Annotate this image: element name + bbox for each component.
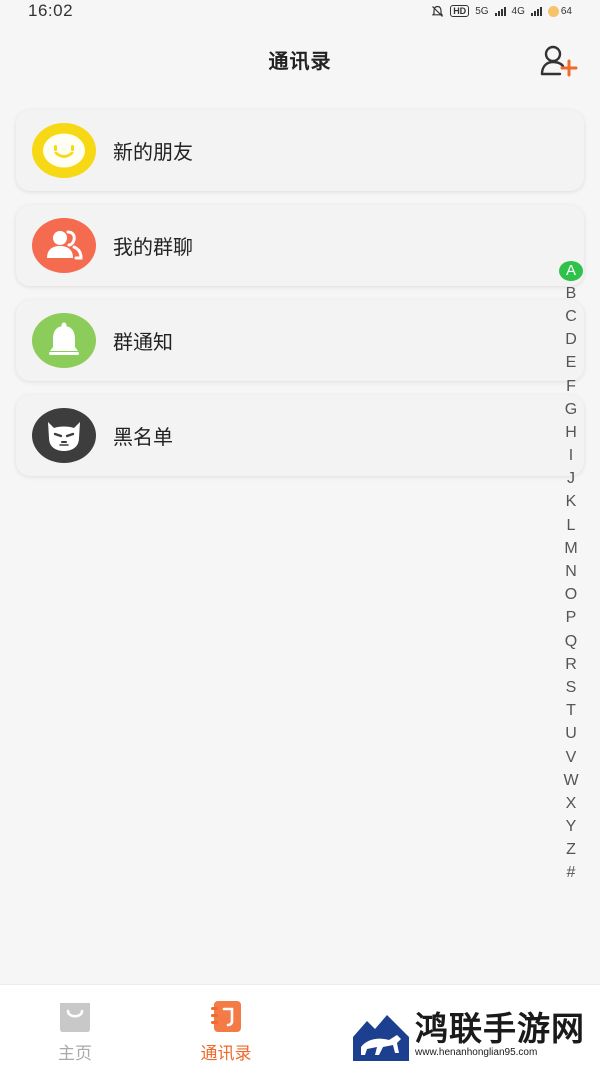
index-letter-label: E [565,354,577,372]
bell-icon [32,313,96,368]
menu-item-new-friends[interactable]: 新的朋友 [16,110,584,191]
index-letter-q[interactable]: Q [559,630,583,653]
menu-item-label: 群通知 [113,330,173,354]
signal-icon-2 [530,6,542,16]
menu-item-label: 黑名单 [113,425,173,449]
status-time: 16:02 [28,1,74,20]
cat-face-icon [32,408,96,463]
watermark-url: www.henanhonglian95.com [415,1046,538,1058]
index-letter-label: X [565,794,577,812]
index-letter-label: Y [565,818,577,836]
tab-label: 主页 [58,1044,92,1064]
index-letter-label: V [565,748,577,766]
tab-label: 通讯录 [200,1044,252,1064]
index-letter-label: K [565,493,577,511]
index-letter-z[interactable]: Z [559,839,583,862]
index-letter-o[interactable]: O [559,584,583,607]
index-letter-i[interactable]: I [559,445,583,468]
index-letter-label: H [565,423,577,441]
watermark-title: 鸿联手游网 [415,1008,585,1048]
tab-home[interactable]: 主页 [35,999,115,1064]
index-letter-label: Z [566,841,576,859]
index-letter-u[interactable]: U [559,723,583,746]
signal-icon [494,6,506,16]
watermark-text: 鸿联手游网 www.henanhonglian95.com [415,1008,585,1058]
battery-level: 64 [560,5,572,17]
index-letter-c[interactable]: C [559,305,583,328]
smile-face-icon [32,123,96,178]
index-letter-label: W [563,771,579,789]
index-letter-label: C [565,307,577,325]
index-letter-label: J [567,470,575,488]
network-5g-label: 5G [475,5,489,17]
index-letter-x[interactable]: X [559,792,583,815]
menu-item-group-notice[interactable]: 群通知 [16,300,584,381]
index-letter-r[interactable]: R [559,653,583,676]
index-letter-hash[interactable]: # [559,862,583,885]
index-letter-h[interactable]: H [559,421,583,444]
index-letter-label: Q [564,632,578,650]
index-letter-label: T [566,702,576,720]
index-letter-v[interactable]: V [559,746,583,769]
contacts-menu: 新的朋友 我的群聊 群通知 黑名单 [16,110,584,490]
index-letter-label: N [565,563,577,581]
index-letter-label: G [564,400,578,418]
tab-contacts[interactable]: 通讯录 [186,999,266,1064]
index-letter-l[interactable]: L [559,514,583,537]
index-letter-label: # [566,864,576,882]
menu-item-my-groups[interactable]: 我的群聊 [16,205,584,286]
contacts-book-icon [211,1001,241,1032]
page-title: 通讯录 [268,48,332,73]
index-letter-e[interactable]: E [559,352,583,375]
index-letter-label: S [565,678,577,696]
menu-item-blacklist[interactable]: 黑名单 [16,395,584,476]
index-letter-a[interactable]: A [559,259,583,282]
index-letter-label: M [564,539,578,557]
battery-indicator: 64 [547,5,572,17]
menu-item-label: 我的群聊 [113,235,193,259]
index-letter-m[interactable]: M [559,537,583,560]
index-letter-label: A [559,260,583,281]
index-letter-p[interactable]: P [559,607,583,630]
shopping-bag-icon [60,1003,90,1032]
group-users-icon [32,218,96,273]
battery-icon [547,5,559,17]
index-letter-s[interactable]: S [559,676,583,699]
index-letter-label: D [565,331,577,349]
add-contact-icon[interactable] [540,44,578,78]
status-bar: 16:02 HD 5G 4G 64 [0,0,600,22]
index-letter-label: P [565,609,577,627]
index-letter-label: U [565,725,577,743]
index-letter-j[interactable]: J [559,468,583,491]
index-letter-b[interactable]: B [559,282,583,305]
index-letter-f[interactable]: F [559,375,583,398]
header: 通讯录 [0,22,600,96]
index-letter-d[interactable]: D [559,329,583,352]
alphabet-index[interactable]: A B C D E F G H I J K L M N O P Q R S T U V W X Y Z # [556,259,586,885]
index-letter-y[interactable]: Y [559,816,583,839]
index-letter-n[interactable]: N [559,560,583,583]
mute-bell-icon [431,5,444,17]
watermark: 鸿联手游网 www.henanhonglian95.com [353,1006,593,1062]
index-letter-t[interactable]: T [559,700,583,723]
index-letter-label: B [565,284,577,302]
index-letter-k[interactable]: K [559,491,583,514]
index-letter-label: R [565,655,577,673]
index-letter-label: I [568,447,574,465]
index-letter-label: L [566,516,576,534]
menu-item-label: 新的朋友 [113,140,193,164]
watermark-logo-icon [353,1007,409,1061]
index-letter-w[interactable]: W [559,769,583,792]
index-letter-label: O [564,586,578,604]
status-icons: HD 5G 4G 64 [431,5,572,18]
hd-badge: HD [450,5,470,17]
index-letter-g[interactable]: G [559,398,583,421]
index-letter-label: F [566,377,576,395]
network-4g-label: 4G [511,5,525,17]
